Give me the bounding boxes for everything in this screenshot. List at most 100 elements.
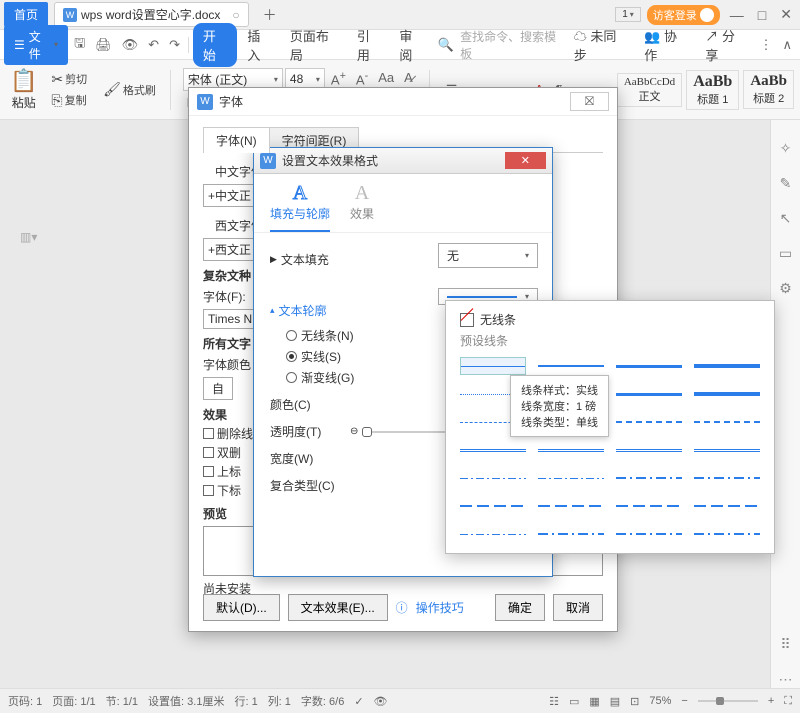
line-preset[interactable]	[616, 357, 682, 375]
assistant-icon[interactable]: ✧	[780, 140, 792, 157]
line-preset[interactable]	[460, 357, 526, 375]
letter-a-shadow-icon: A	[355, 182, 369, 205]
fit-width-icon[interactable]: ⊡	[630, 695, 639, 708]
line-preset[interactable]	[694, 385, 760, 403]
paste-button[interactable]: 📋 粘贴	[6, 66, 41, 113]
cn-font-input[interactable]: +中文正	[203, 184, 258, 207]
text-effect-button[interactable]: 文本效果(E)...	[288, 594, 388, 621]
line-preset[interactable]	[616, 413, 682, 431]
line-preset[interactable]	[694, 497, 760, 515]
collapse-icon[interactable]: ∧	[779, 35, 797, 55]
status-position[interactable]: 设置值: 3.1厘米	[148, 693, 224, 709]
print-icon[interactable]: 🖨	[91, 35, 116, 55]
menu-review[interactable]: 审阅	[391, 23, 432, 67]
file-menu[interactable]: ☰ 文件 ▾	[4, 25, 68, 65]
close-button[interactable]: ✕	[776, 2, 796, 27]
status-col[interactable]: 列: 1	[268, 693, 291, 709]
share-button[interactable]: ↗ 分享	[697, 23, 753, 67]
view-print-icon[interactable]: ▭	[569, 695, 579, 708]
line-preset[interactable]	[538, 525, 604, 543]
line-preset[interactable]	[694, 525, 760, 543]
home-tab[interactable]: 首页	[4, 2, 48, 27]
zoom-value[interactable]: 75%	[649, 695, 671, 707]
line-preset[interactable]	[460, 469, 526, 487]
dots-icon[interactable]: ⠿	[780, 636, 790, 653]
view-mode-icon[interactable]: ☷	[549, 695, 559, 708]
zoom-slider[interactable]	[698, 700, 758, 702]
line-preset[interactable]	[694, 469, 760, 487]
line-preset[interactable]	[538, 357, 604, 375]
line-preset[interactable]	[694, 357, 760, 375]
sync-button[interactable]: ☁ 未同步	[566, 23, 634, 67]
preview-icon[interactable]: 👁	[118, 35, 143, 55]
line-preset[interactable]	[616, 441, 682, 459]
line-preset[interactable]	[538, 497, 604, 515]
notification-counter[interactable]: 1▾	[615, 7, 641, 22]
zoom-out-icon[interactable]: −	[681, 695, 687, 707]
copy-button[interactable]: ⎘复制	[49, 91, 89, 110]
auto-color-dropdown[interactable]: 自	[203, 377, 233, 400]
status-page-of[interactable]: 页面: 1/1	[52, 693, 95, 709]
status-page[interactable]: 页码: 1	[8, 693, 42, 709]
menu-reference[interactable]: 引用	[349, 23, 390, 67]
more-icon[interactable]: ⋯	[779, 671, 793, 688]
transparency-label: 透明度(T)	[270, 423, 350, 440]
font-f-input[interactable]: Times N	[203, 309, 258, 329]
format-painter-button[interactable]: 🖌格式刷	[101, 80, 158, 99]
menu-start[interactable]: 开始	[193, 23, 238, 67]
login-button[interactable]: 访客登录	[647, 5, 720, 25]
dialog-close-button[interactable]: ⛝	[570, 92, 609, 111]
tab-effects[interactable]: A 效果	[350, 182, 374, 232]
no-line-option[interactable]: 无线条	[460, 311, 760, 328]
clipboard-icon: 📋	[10, 68, 37, 94]
style-normal[interactable]: AaBbCcDd 正文	[617, 73, 682, 107]
line-preset[interactable]	[616, 497, 682, 515]
tab-font[interactable]: 字体(N)	[203, 127, 270, 153]
undo-icon[interactable]: ↶	[144, 35, 163, 55]
status-section[interactable]: 节: 1/1	[106, 693, 138, 709]
line-preset[interactable]	[538, 469, 604, 487]
search-placeholder[interactable]: 查找命令、搜索模板	[460, 28, 562, 62]
zoom-in-icon[interactable]: +	[768, 695, 774, 707]
menu-layout[interactable]: 页面布局	[282, 23, 347, 67]
effect-close-button[interactable]: ✕	[505, 152, 546, 169]
style-heading1[interactable]: AaBb 标题 1	[686, 70, 739, 110]
spellcheck-icon[interactable]: ✓	[354, 695, 363, 708]
line-preset[interactable]	[694, 441, 760, 459]
fullscreen-icon[interactable]: ⛶	[784, 695, 792, 708]
line-preset[interactable]	[616, 469, 682, 487]
menu-more-icon[interactable]: ⋮	[756, 35, 777, 55]
select-tool-icon[interactable]: ↖	[780, 210, 792, 227]
cut-button[interactable]: ✂剪切	[49, 70, 89, 89]
maximize-button[interactable]: □	[754, 3, 770, 27]
status-chars[interactable]: 字数: 6/6	[301, 693, 344, 709]
status-row[interactable]: 行: 1	[234, 693, 257, 709]
tab-close-icon[interactable]: ○	[232, 8, 239, 22]
edit-tool-icon[interactable]: ✎	[780, 175, 792, 192]
menu-insert[interactable]: 插入	[239, 23, 280, 67]
line-preset[interactable]	[460, 441, 526, 459]
default-button[interactable]: 默认(D)...	[203, 594, 280, 621]
tips-link[interactable]: 操作技巧	[416, 599, 464, 616]
line-preset[interactable]	[694, 413, 760, 431]
tab-fill-outline[interactable]: A 填充与轮廓	[270, 182, 330, 232]
line-preset[interactable]	[460, 525, 526, 543]
line-preset[interactable]	[460, 497, 526, 515]
line-preset[interactable]	[616, 525, 682, 543]
wn-font-input[interactable]: +西文正	[203, 238, 258, 261]
search-icon[interactable]: 🔍	[434, 35, 458, 55]
settings-icon[interactable]: ⚙	[779, 280, 792, 297]
line-preset[interactable]	[616, 385, 682, 403]
view-web-icon[interactable]: ▦	[589, 695, 599, 708]
collab-button[interactable]: 👥 协作	[636, 23, 695, 67]
cancel-button[interactable]: 取消	[553, 594, 603, 621]
save-icon[interactable]: 🖫	[70, 32, 89, 58]
fill-dropdown[interactable]: 无▾	[438, 243, 538, 268]
reading-view-icon[interactable]: 👁	[374, 695, 388, 708]
line-preset[interactable]	[538, 441, 604, 459]
redo-icon[interactable]: ↷	[165, 35, 184, 55]
view-outline-icon[interactable]: ▤	[610, 695, 620, 708]
style-heading2[interactable]: AaBb 标题 2	[743, 70, 794, 109]
shape-tool-icon[interactable]: ▭	[779, 245, 792, 262]
ok-button[interactable]: 确定	[495, 594, 545, 621]
